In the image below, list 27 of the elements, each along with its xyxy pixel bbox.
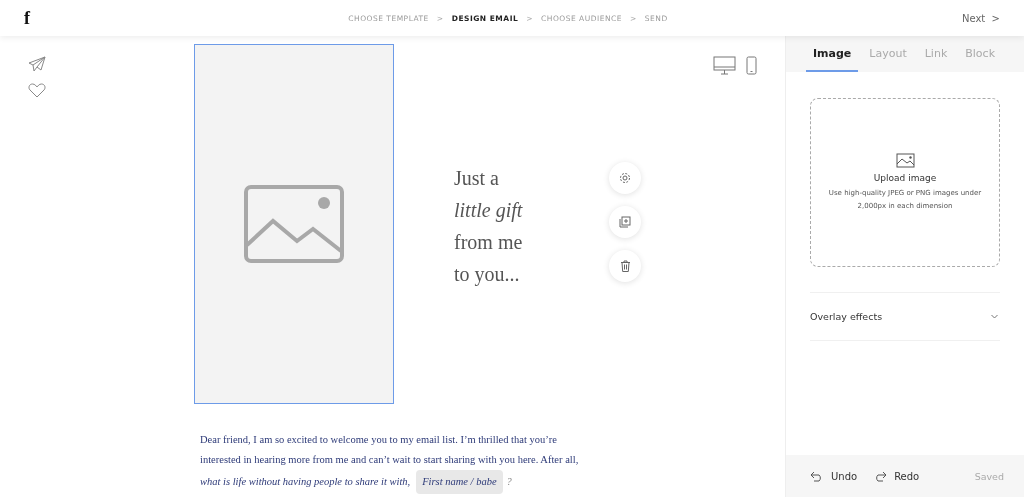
- question-mark-text: ?: [506, 475, 512, 489]
- question-text: what is life without having people to share it with,: [200, 475, 411, 489]
- logo[interactable]: f: [24, 7, 34, 29]
- chevron-icon[interactable]: [991, 314, 998, 319]
- upload-title: Upload image: [873, 172, 937, 183]
- image-placeholder[interactable]: [194, 44, 394, 404]
- duplicate-button[interactable]: [609, 206, 641, 238]
- duplicate-icon: [619, 216, 631, 228]
- settings-button[interactable]: [609, 162, 641, 194]
- image-icon: [895, 152, 915, 168]
- heart-icon[interactable]: [28, 83, 46, 98]
- next-button[interactable]: Next >: [961, 12, 1000, 24]
- desktop-icon[interactable]: [713, 56, 736, 75]
- delete-button[interactable]: [609, 250, 641, 282]
- redo-button[interactable]: Redo: [873, 470, 920, 482]
- section-label[interactable]: Overlay effects: [810, 311, 883, 322]
- settings-icon: [619, 172, 631, 184]
- undo-button[interactable]: Undo: [810, 470, 858, 482]
- headline-text: Just a little gift from me to you...: [454, 166, 524, 288]
- mobile-icon[interactable]: [746, 56, 757, 75]
- redo-icon: [873, 470, 888, 482]
- save-status: Saved: [974, 470, 1004, 482]
- image-icon: [244, 185, 344, 263]
- trash-icon: [619, 260, 631, 272]
- merge-tag[interactable]: First name / babe: [416, 470, 503, 494]
- undo-icon: [810, 470, 824, 482]
- paper-plane-icon[interactable]: [28, 56, 46, 73]
